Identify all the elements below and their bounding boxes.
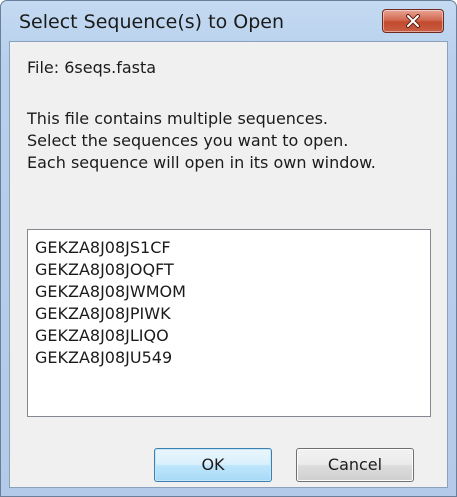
sequence-listbox[interactable]: GEKZA8J08JS1CF GEKZA8J08JOQFT GEKZA8J08J… xyxy=(27,229,431,417)
close-icon xyxy=(406,14,420,28)
sequence-item[interactable]: GEKZA8J08JOQFT xyxy=(35,260,174,280)
dialog-window: Select Sequence(s) to Open File: 6seqs.f… xyxy=(0,0,457,497)
sequence-item[interactable]: GEKZA8J08JS1CF xyxy=(35,238,171,258)
dialog-body: File: 6seqs.fasta This file contains mul… xyxy=(9,41,448,488)
sequence-item[interactable]: GEKZA8J08JPIWK xyxy=(35,304,171,324)
sequence-item[interactable]: GEKZA8J08JU549 xyxy=(35,348,172,368)
sequence-item[interactable]: GEKZA8J08JWMOM xyxy=(35,282,186,302)
ok-button[interactable]: OK xyxy=(154,448,272,482)
message-line-3: Each sequence will open in its own windo… xyxy=(27,153,376,172)
message-line-1: This file contains multiple sequences. xyxy=(27,109,328,128)
window-title: Select Sequence(s) to Open xyxy=(19,11,284,33)
sequence-item[interactable]: GEKZA8J08JLIQO xyxy=(35,326,169,346)
message-line-2: Select the sequences you want to open. xyxy=(27,131,349,150)
close-button[interactable] xyxy=(382,9,444,33)
title-bar[interactable]: Select Sequence(s) to Open xyxy=(1,1,456,41)
cancel-button[interactable]: Cancel xyxy=(296,448,414,482)
file-label: File: 6seqs.fasta xyxy=(27,58,157,77)
